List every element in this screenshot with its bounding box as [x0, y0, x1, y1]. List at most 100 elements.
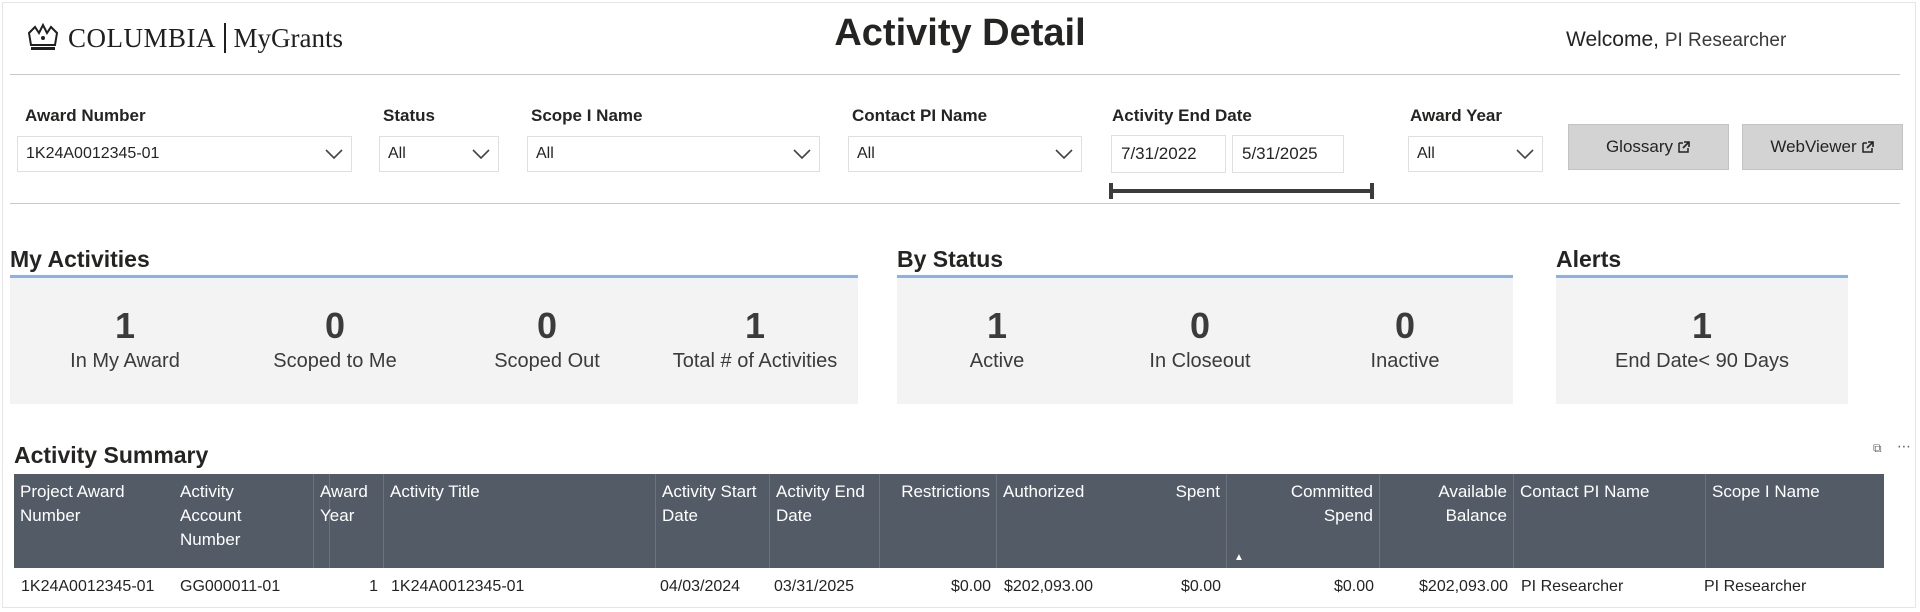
col-activity-start-date[interactable]: Activity Start Date	[656, 474, 770, 568]
award-number-value: 1K24A0012345-01	[26, 145, 160, 162]
glossary-label: Glossary	[1605, 137, 1674, 156]
cell-award-year: 1	[369, 578, 378, 595]
column-header-label: Spent	[1175, 482, 1220, 501]
column-header-label: Project Award Number	[20, 482, 125, 525]
kpi-label: Total # of Activities	[672, 350, 838, 372]
column-header-label: Available Balance	[1438, 482, 1507, 525]
kpi-label: Scoped Out	[494, 350, 600, 372]
col-contact-pi-name[interactable]: Contact PI Name	[1514, 474, 1706, 568]
contact-pi-label: Contact PI Name	[852, 106, 988, 125]
my-activities-card: 1 In My Award 0 Scoped to Me 0 Scoped Ou…	[10, 278, 858, 404]
column-header-label: Contact PI Name	[1520, 482, 1650, 501]
end-date-end-input[interactable]: 5/31/2025	[1232, 135, 1344, 173]
column-header-label: Award Year	[320, 482, 368, 525]
by-status-card: 1 Active 0 In Closeout 0 Inactive	[897, 278, 1513, 404]
kpi-value: 0	[1394, 305, 1416, 346]
cell-activity-account-number: GG000011-01	[180, 578, 281, 595]
col-spent[interactable]: Spent	[997, 474, 1227, 568]
kpi-label: In My Award	[70, 350, 180, 372]
webviewer-label: WebViewer	[1770, 137, 1857, 156]
external-link-icon	[1861, 141, 1874, 153]
cell-available-balance: $202,093.00	[1419, 578, 1508, 595]
date-range-slider-end-handle[interactable]	[1370, 183, 1374, 199]
col-committed-spend[interactable]: Committed Spend	[1227, 474, 1380, 568]
contact-pi-value: All	[857, 145, 875, 162]
kpi-value: 1	[1691, 305, 1713, 346]
col-restrictions[interactable]: Restrictions	[880, 474, 997, 568]
column-header-label: Scope I Name	[1712, 482, 1820, 501]
user-name: PI Researcher	[1664, 30, 1787, 51]
activity-end-date-label: Activity End Date	[1112, 106, 1252, 125]
kpi-value: 1	[986, 305, 1008, 346]
scope-name-value: All	[536, 145, 554, 162]
column-header-label: Committed Spend	[1290, 482, 1373, 525]
cell-project-award-number: 1K24A0012345-01	[21, 578, 155, 595]
scope-name-dropdown[interactable]: All	[527, 136, 820, 172]
chevron-down-icon	[1516, 149, 1534, 159]
award-number-dropdown[interactable]: 1K24A0012345-01	[17, 136, 352, 172]
kpi-value: 0	[536, 305, 558, 346]
kpi-total-activities[interactable]: 1 Total # of Activities	[650, 306, 860, 373]
status-value: All	[388, 145, 406, 162]
scope-name-label: Scope I Name	[531, 106, 643, 125]
col-activity-account-number[interactable]: Activity Account Number	[174, 474, 330, 568]
column-header-label: Activity End Date	[776, 482, 865, 525]
kpi-end-date-alert[interactable]: 1 End Date< 90 Days	[1556, 306, 1848, 373]
kpi-active[interactable]: 1 Active	[907, 306, 1087, 373]
cell-spent: $0.00	[1180, 578, 1221, 595]
kpi-scoped-out[interactable]: 0 Scoped Out	[452, 306, 642, 373]
award-year-dropdown[interactable]: All	[1408, 136, 1543, 172]
kpi-in-my-award[interactable]: 1 In My Award	[30, 306, 220, 373]
copy-icon[interactable]: ⧉	[1873, 441, 1882, 456]
kpi-label: In Closeout	[1149, 350, 1251, 372]
cell-committed-spend: $0.00	[1333, 578, 1374, 595]
end-date-start-input[interactable]: 7/31/2022	[1111, 135, 1226, 173]
date-range-slider-start-handle[interactable]	[1109, 183, 1113, 199]
cell-restrictions: $0.00	[950, 578, 991, 595]
table-header: Project Award Number Activity Account Nu…	[14, 474, 1884, 568]
col-scope-name[interactable]: Scope I Name	[1706, 474, 1884, 568]
award-year-value: All	[1417, 145, 1435, 162]
col-activity-end-date[interactable]: Activity End Date	[770, 474, 880, 568]
alerts-card: 1 End Date< 90 Days	[1556, 278, 1848, 404]
kpi-value: 1	[114, 305, 136, 346]
cell-scope-name: PI Researcher	[1704, 578, 1807, 595]
kpi-scoped-to-me[interactable]: 0 Scoped to Me	[240, 306, 430, 373]
col-award-year[interactable]: Award Year	[314, 474, 384, 568]
external-link-icon	[1678, 141, 1690, 153]
cell-start-date: 04/03/2024	[660, 578, 741, 595]
cell-end-date: 03/31/2025	[774, 578, 855, 595]
column-header-label: Restrictions	[901, 482, 990, 501]
chevron-down-icon	[325, 149, 343, 159]
kpi-inactive[interactable]: 0 Inactive	[1315, 306, 1495, 373]
chevron-down-icon	[472, 149, 490, 159]
date-range-slider-track[interactable]	[1111, 189, 1373, 193]
chevron-down-icon	[1055, 149, 1073, 159]
contact-pi-dropdown[interactable]: All	[848, 136, 1082, 172]
award-year-label: Award Year	[1410, 106, 1502, 125]
status-dropdown[interactable]: All	[379, 136, 499, 172]
cell-authorized: $202,093.00	[1004, 578, 1093, 595]
glossary-button[interactable]: Glossary	[1568, 124, 1729, 170]
chevron-down-icon	[793, 149, 811, 159]
kpi-value: 0	[1189, 305, 1211, 346]
by-status-title: By Status	[897, 246, 1004, 272]
kpi-value: 0	[324, 305, 346, 346]
column-header-label: Activity Title	[390, 482, 480, 501]
kpi-label: Active	[969, 350, 1025, 372]
cell-activity-title: 1K24A0012345-01	[391, 578, 525, 595]
status-label: Status	[383, 106, 435, 125]
activity-summary-title: Activity Summary	[14, 442, 209, 468]
filter-divider	[10, 203, 1900, 204]
column-header-label: Activity Start Date	[662, 482, 757, 525]
webviewer-button[interactable]: WebViewer	[1742, 124, 1903, 170]
kpi-in-closeout[interactable]: 0 In Closeout	[1110, 306, 1290, 373]
col-available-balance[interactable]: Available Balance	[1380, 474, 1514, 568]
col-activity-title[interactable]: Activity Title	[384, 474, 656, 568]
kpi-value: 1	[744, 305, 766, 346]
kpi-label: Scoped to Me	[273, 350, 397, 372]
award-number-label: Award Number	[25, 106, 146, 125]
sort-ascending-icon[interactable]: ▲	[1234, 552, 1244, 563]
more-options-icon[interactable]: ⋯	[1897, 438, 1911, 455]
table-row[interactable]: 1K24A0012345-01 GG000011-01 1 1K24A00123…	[14, 568, 1884, 602]
